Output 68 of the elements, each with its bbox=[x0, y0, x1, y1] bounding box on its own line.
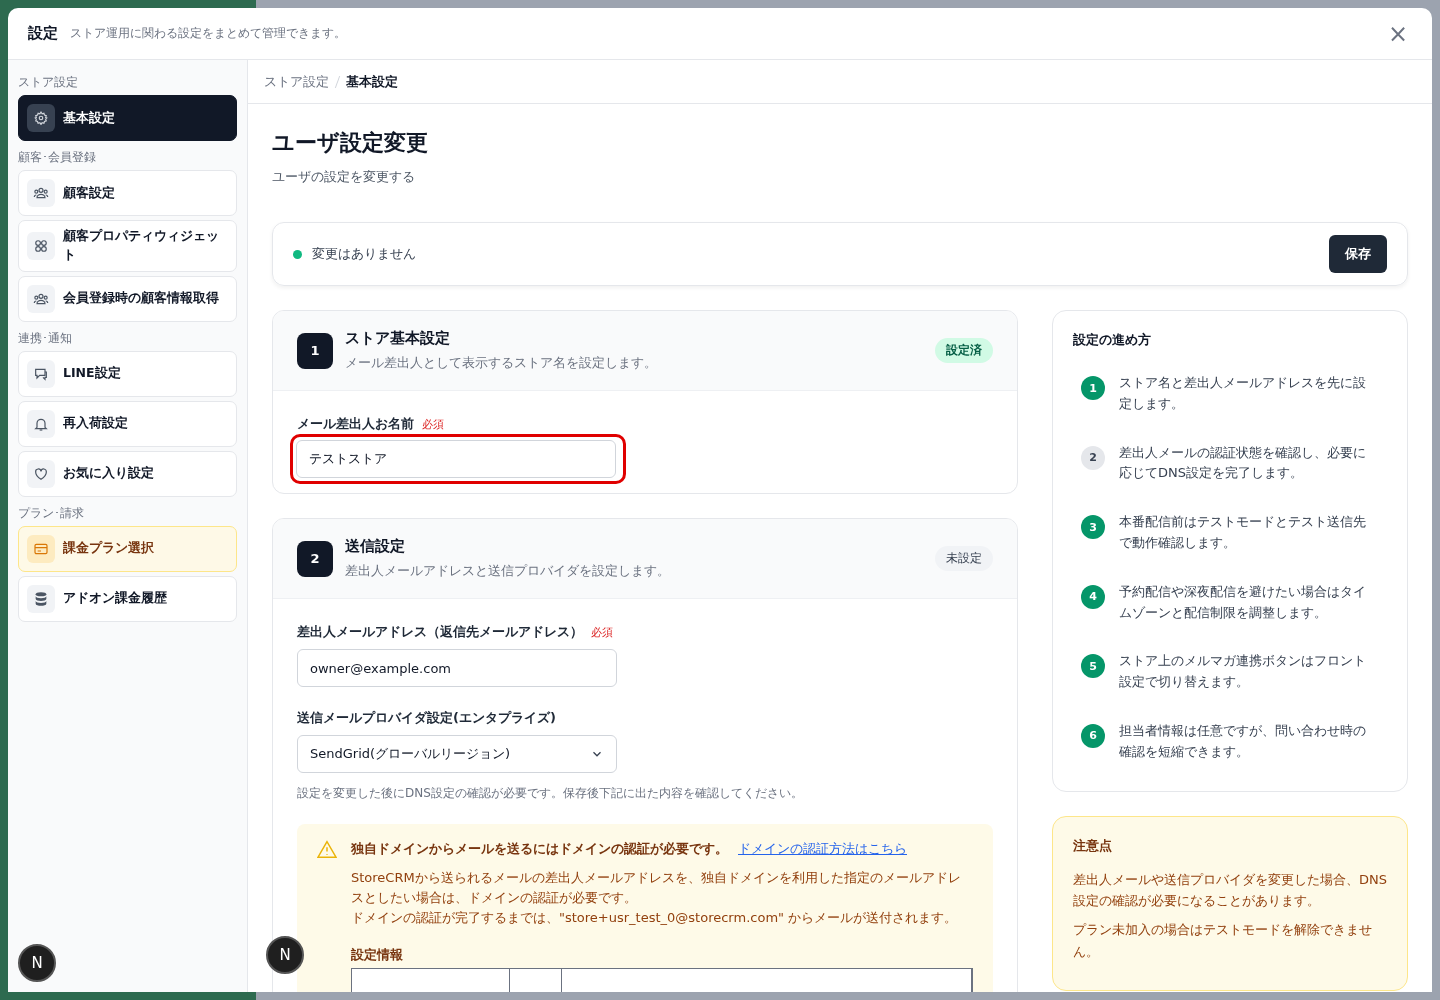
select-field[interactable]: SendGrid(グローバルリージョン) bbox=[297, 735, 617, 773]
sidebar-item[interactable]: 会員登録時の顧客情報取得 bbox=[18, 275, 237, 322]
sidebar-group-label: 顧客･会員登録 bbox=[18, 149, 97, 166]
step-number: 5 bbox=[1081, 654, 1105, 679]
page-title: ユーザ設定変更 bbox=[272, 129, 429, 157]
step-text: ストア上のメルマガ連携ボタンはフロント設定で切り替えます。 bbox=[1119, 652, 1367, 692]
input-field[interactable]: owner@example.com bbox=[297, 649, 617, 687]
step-number: 1 bbox=[297, 332, 333, 369]
dialog-title: 設定 bbox=[28, 24, 58, 43]
dev-tools-button[interactable]: N bbox=[18, 944, 56, 982]
users-icon bbox=[33, 185, 49, 201]
sidebar-item[interactable]: 再入荷設定 bbox=[18, 400, 237, 447]
required-mark: 必須 bbox=[591, 625, 613, 640]
step-text: 担当者情報は任意ですが、問い合わせ時の確認を短縮できます。 bbox=[1119, 721, 1367, 761]
dialog-subtitle: ストア運用に関わる設定をまとめて管理できます。 bbox=[70, 25, 346, 42]
status-message: 変更はありません bbox=[312, 245, 416, 263]
step-number: 2 bbox=[1081, 445, 1105, 470]
section-title: 送信設定 bbox=[345, 537, 406, 556]
sidebar-item[interactable]: 課金プラン選択 bbox=[18, 525, 237, 572]
section-title: ストア基本設定 bbox=[345, 329, 451, 348]
sidebar-item[interactable]: 顧客プロパティウィジェット bbox=[18, 220, 237, 272]
input-field[interactable]: テストストア bbox=[296, 440, 616, 478]
sidebar-group-label: 連携･通知 bbox=[18, 329, 73, 347]
status-badge: 未設定 bbox=[935, 546, 993, 571]
guide-title: 設定の進め方 bbox=[1073, 331, 1152, 349]
sidebar-group-label: ストア設定 bbox=[18, 74, 79, 91]
field-label: 差出人メールアドレス（返信先メールアドレス） bbox=[297, 623, 583, 641]
notes-title: 注意点 bbox=[1073, 836, 1113, 855]
warning-icon bbox=[317, 840, 337, 858]
status-badge: 設定済 bbox=[935, 338, 993, 363]
step-number: 6 bbox=[1081, 723, 1105, 748]
section-description: 差出人メールアドレスと送信プロバイダを設定します。 bbox=[345, 562, 671, 580]
sidebar-item[interactable]: お気に入り設定 bbox=[18, 450, 237, 497]
page-subtitle: ユーザの設定を変更する bbox=[272, 168, 416, 186]
alert-title: 独自ドメインからメールを送るにはドメインの認証が必要です。 bbox=[351, 840, 728, 858]
grid-icon bbox=[34, 238, 48, 253]
alert-text: ドメインの認証が完了するまでは、"store+usr_test_0@storecrm.com" からメールが送付されます。 bbox=[351, 909, 959, 928]
step-text: 差出人メールの認証状態を確認し、必要に応じてDNS設定を完了します。 bbox=[1119, 443, 1367, 483]
step-number: 4 bbox=[1081, 584, 1105, 609]
step-text: 予約配信や深夜配信を避けたい場合はタイムゾーンと配信制限を調整します。 bbox=[1119, 582, 1367, 622]
close-button[interactable]: × bbox=[1383, 21, 1412, 46]
save-button[interactable]: 保存 bbox=[1329, 235, 1387, 273]
database-icon bbox=[33, 590, 49, 607]
sidebar-item[interactable]: LINE設定 bbox=[18, 350, 237, 397]
notes-text: プラン未加入の場合はテストモードを解除できません。 bbox=[1073, 921, 1373, 961]
sidebar-group-label: プラン･請求 bbox=[18, 504, 85, 522]
help-link[interactable]: ドメインの認証方法はこちら bbox=[738, 840, 907, 858]
help-text: 設定を変更した後にDNS設定の確認が必要です。保存後下記に出た内容を確認してください。 bbox=[297, 785, 804, 802]
heart-icon bbox=[33, 465, 49, 482]
sidebar-item[interactable]: 基本設定 bbox=[18, 95, 237, 141]
section-description: メール差出人として表示するストア名を設定します。 bbox=[345, 354, 658, 372]
step-number: 2 bbox=[297, 540, 333, 577]
table-title: 設定情報 bbox=[351, 946, 404, 965]
field-label: メール差出人お名前 bbox=[297, 415, 414, 433]
step-text: ストア名と差出人メールアドレスを先に設定します。 bbox=[1119, 374, 1367, 413]
field-label: 送信メールプロバイダ設定(エンタプライズ) bbox=[297, 709, 556, 727]
notes-text: 差出人メールや送信プロバイダを変更した場合、DNS設定の確認が必要になることがあります。 bbox=[1073, 870, 1387, 910]
step-number: 1 bbox=[1081, 376, 1105, 400]
gear-icon bbox=[34, 111, 48, 125]
sidebar-item[interactable]: アドオン課金履歴 bbox=[18, 575, 237, 622]
dev-tools-button[interactable]: N bbox=[266, 936, 304, 974]
required-mark: 必須 bbox=[422, 417, 444, 432]
breadcrumb-link[interactable]: 基本設定 bbox=[346, 72, 398, 91]
breadcrumb-link[interactable]: ストア設定 bbox=[264, 72, 329, 91]
sidebar-item[interactable]: 顧客設定 bbox=[18, 170, 237, 216]
step-text: 本番配信前はテストモードとテスト送信先で動作確認します。 bbox=[1119, 513, 1367, 552]
alert-text: StoreCRMから送られるメールの差出人メールアドレスを、独自ドメインを利用した指定のメールアドレスとしたい場合は、ドメインの認証が必要です。 bbox=[351, 869, 962, 908]
step-number: 3 bbox=[1081, 515, 1105, 540]
